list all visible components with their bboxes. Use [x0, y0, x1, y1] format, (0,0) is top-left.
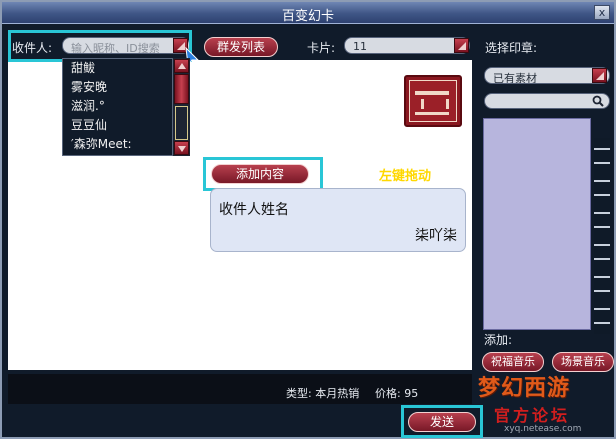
recipient-list-item[interactable]: 雾安晚: [63, 78, 189, 97]
card-text-area[interactable]: 收件人姓名 柒吖柒: [210, 188, 466, 252]
group-list-button[interactable]: 群发列表: [204, 37, 278, 57]
card-window: 百变幻卡 x 收件人: 输入昵称、ID搜索 群发列表 卡片: 11 选择印章: …: [0, 0, 616, 439]
send-highlight: [401, 405, 483, 438]
add-content-highlight: [203, 157, 323, 191]
stamp-label: 选择印章:: [485, 41, 538, 55]
logo-forum-text: 官方论坛: [494, 406, 571, 425]
card-recipient-name[interactable]: 收件人姓名: [219, 199, 289, 219]
fret-border-decoration: [594, 138, 610, 334]
recipient-list-item[interactable]: 甜鲅: [63, 59, 189, 78]
recipient-list-item[interactable]: 豆豆仙: [63, 116, 189, 135]
card-dropdown-icon[interactable]: [454, 38, 469, 53]
type-text: 类型: 本月热销: [286, 387, 360, 400]
drag-hint: 左键拖动: [379, 169, 432, 184]
add-label: 添加:: [484, 333, 513, 347]
scroll-up-icon[interactable]: [174, 59, 189, 73]
magnifier-icon[interactable]: [592, 95, 604, 107]
card-select[interactable]: 11: [344, 37, 470, 54]
game-logo: 梦幻西游 官方论坛 xyq.netease.com: [478, 368, 610, 438]
recipient-list[interactable]: 甜鲅 雾安晚 滋润.° 豆豆仙 ′森弥Meet:: [62, 58, 190, 156]
close-button[interactable]: x: [594, 5, 610, 20]
logo-url-text: xyq.netease.com: [504, 424, 582, 434]
recipient-list-item[interactable]: 滋润.°: [63, 97, 189, 116]
recipient-list-scrollbar[interactable]: [172, 58, 190, 156]
scroll-thumb[interactable]: [174, 74, 189, 104]
card-signature[interactable]: 柒吖柒: [415, 225, 457, 245]
scroll-track: [175, 106, 188, 140]
price-text: 价格: 95: [375, 387, 419, 400]
logo-main-text: 梦幻西游: [478, 376, 571, 401]
titlebar[interactable]: 百变幻卡 x: [2, 2, 614, 24]
window-title: 百变幻卡: [281, 9, 334, 24]
scroll-down-icon[interactable]: [174, 141, 189, 155]
card-label: 卡片:: [307, 41, 336, 55]
palace-seal-icon[interactable]: [404, 75, 462, 127]
stamp-source-dropdown-icon[interactable]: [592, 68, 607, 83]
recipient-list-item[interactable]: ′森弥Meet:: [63, 135, 189, 154]
seal-building-mark: [415, 91, 449, 115]
stamp-preview[interactable]: [483, 118, 591, 330]
